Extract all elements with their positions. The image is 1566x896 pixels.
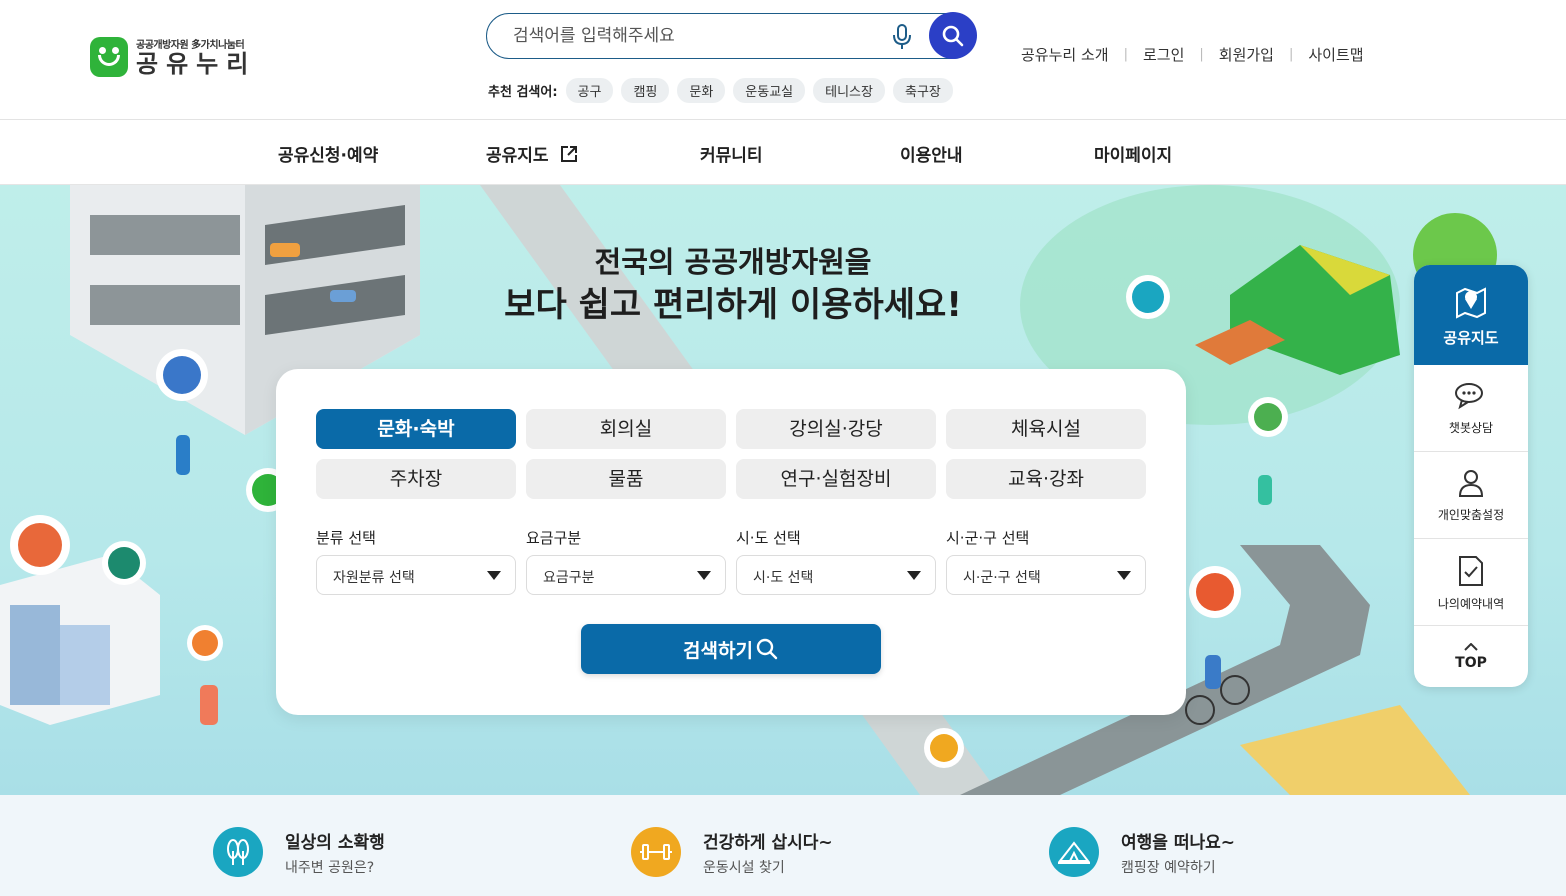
- logo[interactable]: 공공개방자원 多가치나눔터 공유누리: [90, 36, 256, 77]
- category-meeting-room[interactable]: 회의실: [526, 409, 726, 449]
- select-value: 자원분류 선택: [333, 570, 415, 586]
- select-value: 시·군·구 선택: [963, 570, 1041, 586]
- theme-links: 일상의 소확행 내주변 공원은? 건강하게 삽시다~ 운동시설 찾기 여행을 떠…: [0, 795, 1566, 896]
- nav-item-reservation[interactable]: 공유신청·예약: [278, 141, 378, 166]
- nav-item-community[interactable]: 커뮤니티: [700, 141, 763, 166]
- theme-subtitle: 운동시설 찾기: [703, 859, 785, 876]
- quick-reservations-label: 나의예약내역: [1437, 597, 1505, 611]
- quick-chatbot-label: 챗봇상담: [1448, 421, 1494, 435]
- recommended-label: 추천 검색어:: [488, 85, 558, 100]
- theme-park-link[interactable]: 일상의 소확행 내주변 공원은?: [213, 827, 385, 877]
- nav-item-mypage[interactable]: 마이페이지: [1094, 141, 1172, 166]
- map-pin-icon: [1456, 287, 1486, 319]
- tent-icon: [1049, 827, 1099, 877]
- search-icon: [756, 638, 778, 660]
- sitemap-link[interactable]: 사이트맵: [1308, 44, 1363, 65]
- header: 공공개방자원 多가치나눔터 공유누리 추천 검색어: 공구 캠핑 문화 운동교실…: [0, 0, 1566, 120]
- fee-select[interactable]: 요금구분: [526, 555, 726, 595]
- search-icon: [942, 25, 964, 46]
- quick-settings-button[interactable]: 개인맞춤설정: [1414, 452, 1528, 539]
- keyword-tag[interactable]: 캠핑: [621, 78, 670, 103]
- scroll-top-label: TOP: [1455, 655, 1487, 671]
- external-link-icon: [561, 146, 578, 162]
- theme-title: 일상의 소확행: [285, 832, 385, 853]
- dumbbell-icon: [631, 827, 681, 877]
- login-link[interactable]: 로그인: [1143, 44, 1184, 65]
- dropdown-arrow-icon: [697, 571, 711, 580]
- user-icon: [1458, 470, 1484, 497]
- search-button[interactable]: [929, 12, 977, 59]
- province-select[interactable]: 시·도 선택: [736, 555, 936, 595]
- category-education[interactable]: 교육·강좌: [946, 459, 1146, 499]
- utility-links: 공유누리 소개 | 로그인 | 회원가입 | 사이트맵: [1021, 44, 1364, 65]
- recommended-keywords: 추천 검색어: 공구 캠핑 문화 운동교실 테니스장 축구장: [488, 78, 961, 103]
- hero-banner: 전국의 공공개방자원을 보다 쉽고 편리하게 이용하세요! 문화·숙박 회의실 …: [0, 185, 1566, 795]
- scroll-top-button[interactable]: TOP: [1414, 626, 1528, 671]
- microphone-icon[interactable]: [891, 23, 913, 51]
- nav-item-map[interactable]: 공유지도: [486, 141, 578, 166]
- search-submit-button[interactable]: 검색하기: [581, 624, 881, 674]
- main-nav: 공유신청·예약 공유지도 커뮤니티 이용안내 마이페이지: [0, 120, 1566, 185]
- chat-bubble-icon: [1455, 383, 1483, 410]
- logo-subtitle: 공공개방자원 多가치나눔터: [136, 40, 245, 51]
- theme-sports-link[interactable]: 건강하게 삽시다~ 운동시설 찾기: [631, 827, 833, 877]
- category-lecture-hall[interactable]: 강의실·강당: [736, 409, 936, 449]
- select-value: 시·도 선택: [753, 570, 814, 586]
- quick-chatbot-button[interactable]: 챗봇상담: [1414, 365, 1528, 452]
- hero-title-line1: 전국의 공공개방자원을: [594, 245, 872, 279]
- keyword-tag[interactable]: 문화: [677, 78, 726, 103]
- quick-reservations-button[interactable]: 나의예약내역: [1414, 539, 1528, 626]
- category-goods[interactable]: 물품: [526, 459, 726, 499]
- hero-title-line2: 보다 쉽고 편리하게 이용하세요!: [504, 285, 962, 325]
- category-select[interactable]: 자원분류 선택: [316, 555, 516, 595]
- filter-label-district: 시·군·구 선택: [946, 529, 1030, 547]
- filter-label-province: 시·도 선택: [736, 529, 801, 547]
- nav-item-guide[interactable]: 이용안내: [900, 141, 963, 166]
- keyword-tag[interactable]: 축구장: [892, 78, 953, 103]
- signup-link[interactable]: 회원가입: [1219, 44, 1274, 65]
- district-select[interactable]: 시·군·구 선택: [946, 555, 1146, 595]
- category-parking[interactable]: 주차장: [316, 459, 516, 499]
- logo-icon: [90, 36, 128, 77]
- filter-label-fee: 요금구분: [526, 529, 582, 547]
- theme-subtitle: 내주변 공원은?: [285, 859, 375, 876]
- category-research-equipment[interactable]: 연구·실험장비: [736, 459, 936, 499]
- keyword-tag[interactable]: 테니스장: [813, 78, 885, 103]
- keyword-tag[interactable]: 운동교실: [733, 78, 806, 103]
- category-culture-lodging[interactable]: 문화·숙박: [316, 409, 516, 449]
- logo-title: 공유누리: [136, 50, 257, 78]
- nav-item-label: 공유지도: [486, 146, 549, 166]
- theme-camping-link[interactable]: 여행을 떠나요~ 캠핑장 예약하기: [1049, 827, 1235, 877]
- tree-icon: [213, 827, 263, 877]
- quick-menu: 공유지도 챗봇상담 개인맞춤설정 나의예약내역 TOP: [1414, 265, 1528, 687]
- dropdown-arrow-icon: [907, 571, 921, 580]
- quick-settings-label: 개인맞춤설정: [1437, 508, 1505, 522]
- chevron-up-icon: [1464, 642, 1478, 651]
- dropdown-arrow-icon: [487, 571, 501, 580]
- resource-search-card: 문화·숙박 회의실 강의실·강당 체육시설 주차장 물품 연구·실험장비 교육·…: [276, 369, 1186, 715]
- theme-title: 여행을 떠나요~: [1121, 832, 1236, 853]
- category-sports-facility[interactable]: 체육시설: [946, 409, 1146, 449]
- theme-title: 건강하게 삽시다~: [703, 832, 833, 853]
- keyword-tag[interactable]: 공구: [565, 78, 614, 103]
- filter-label-category: 분류 선택: [316, 529, 376, 547]
- theme-subtitle: 캠핑장 예약하기: [1121, 859, 1216, 876]
- quick-map-label: 공유지도: [1443, 329, 1499, 347]
- search-input[interactable]: [513, 24, 873, 48]
- quick-map-button[interactable]: 공유지도: [1414, 265, 1528, 365]
- search-submit-label: 검색하기: [683, 639, 753, 662]
- search-box: [486, 12, 977, 59]
- document-check-icon: [1459, 556, 1483, 586]
- dropdown-arrow-icon: [1117, 571, 1131, 580]
- about-link[interactable]: 공유누리 소개: [1021, 44, 1109, 65]
- select-value: 요금구분: [543, 570, 595, 586]
